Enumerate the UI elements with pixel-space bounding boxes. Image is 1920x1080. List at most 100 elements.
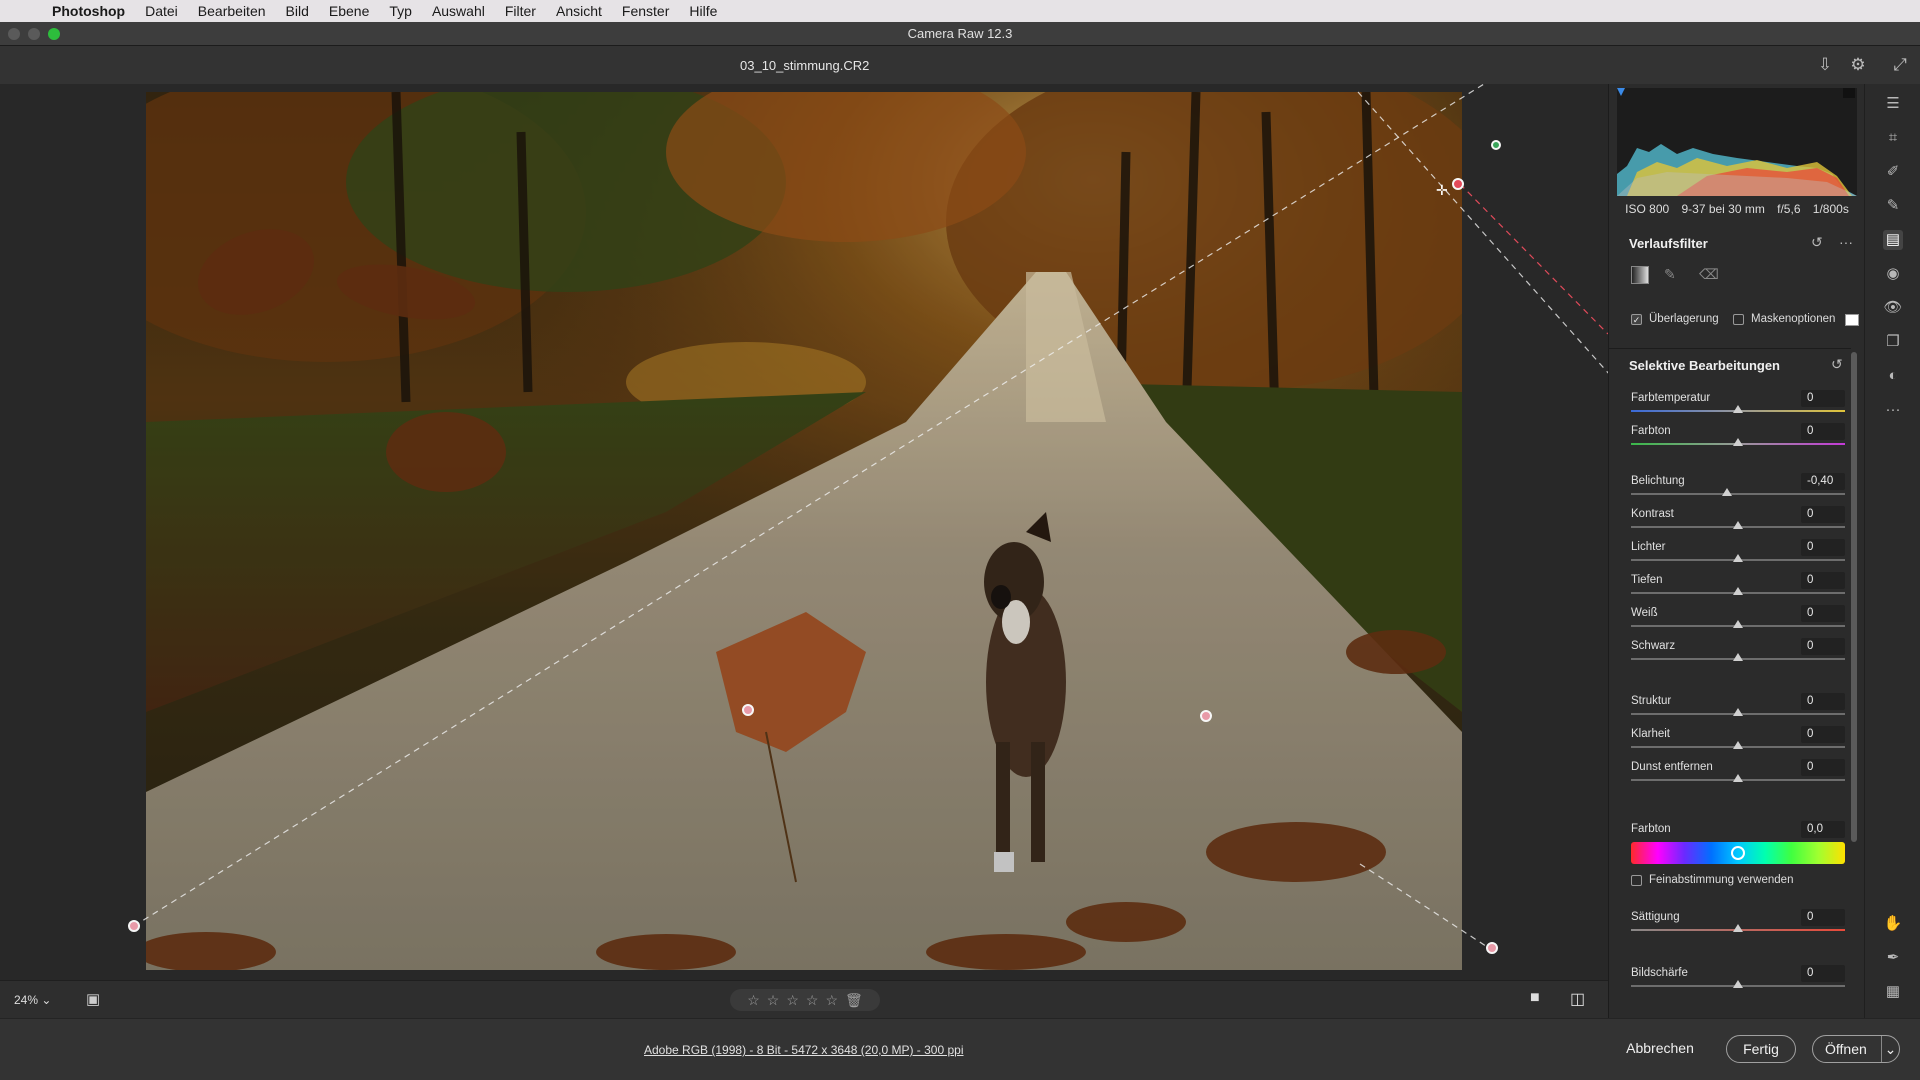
zoom-window-button[interactable] bbox=[48, 28, 60, 40]
trash-icon[interactable]: 🗑 bbox=[845, 992, 863, 1009]
image-canvas[interactable]: ✛ bbox=[0, 84, 1608, 980]
crop-icon[interactable]: ⌗ bbox=[1883, 128, 1903, 148]
star-icon[interactable]: ☆ bbox=[767, 992, 780, 1009]
brush-icon[interactable]: ✎ bbox=[1664, 266, 1676, 283]
mask-color-swatch[interactable] bbox=[1845, 314, 1859, 326]
slider-track[interactable] bbox=[1631, 493, 1845, 495]
new-filter-icon[interactable] bbox=[1631, 266, 1649, 284]
slider-thumb[interactable] bbox=[1733, 980, 1743, 988]
footer-bar: Adobe RGB (1998) - 8 Bit - 5472 x 3648 (… bbox=[0, 1018, 1920, 1080]
slider-value-field[interactable]: -0,40 bbox=[1801, 473, 1845, 490]
filter-pin[interactable] bbox=[1200, 710, 1212, 722]
slider-thumb[interactable] bbox=[1733, 587, 1743, 595]
camera-info: ISO 800 9-37 bei 30 mm f/5,6 1/800s bbox=[1609, 202, 1865, 216]
single-view-icon[interactable]: ■ bbox=[1530, 989, 1540, 1007]
slider-thumb[interactable] bbox=[1733, 620, 1743, 628]
edit-sliders-icon[interactable]: ☰ bbox=[1883, 94, 1903, 114]
slider-value-field[interactable]: 0 bbox=[1801, 965, 1845, 982]
reset-selective-icon[interactable]: ↺ bbox=[1831, 356, 1843, 373]
menu-bearbeiten[interactable]: Bearbeiten bbox=[198, 3, 266, 19]
hue-label: Farbton bbox=[1631, 823, 1671, 835]
overlay-checkbox[interactable]: ✓ Überlagerung bbox=[1631, 313, 1719, 325]
slider-value-field[interactable]: 0 bbox=[1801, 506, 1845, 523]
save-icon[interactable]: ⇩ bbox=[1814, 54, 1836, 76]
panel-scrollbar[interactable] bbox=[1851, 352, 1857, 842]
fullscreen-icon[interactable]: ⤢ bbox=[1889, 54, 1911, 76]
menu-ebene[interactable]: Ebene bbox=[329, 3, 369, 19]
menu-auswahl[interactable]: Auswahl bbox=[432, 3, 485, 19]
slider-value-field[interactable]: 0 bbox=[1801, 759, 1845, 776]
color-sampler-icon[interactable]: ✒ bbox=[1883, 948, 1903, 968]
star-icon[interactable]: ☆ bbox=[806, 992, 819, 1009]
slider-value-field[interactable]: 0 bbox=[1801, 638, 1845, 655]
slider-value-field[interactable]: 0 bbox=[1801, 726, 1845, 743]
star-icon[interactable]: ☆ bbox=[747, 992, 760, 1009]
slider-thumb[interactable] bbox=[1733, 741, 1743, 749]
done-button[interactable]: Fertig bbox=[1726, 1035, 1796, 1063]
radial-filter-icon[interactable]: ◉ bbox=[1883, 264, 1903, 284]
menu-fenster[interactable]: Fenster bbox=[622, 3, 669, 19]
slider-thumb[interactable] bbox=[1722, 488, 1733, 496]
slider-value-field[interactable]: 0 bbox=[1801, 572, 1845, 589]
slider-label: Dunst entfernen bbox=[1631, 761, 1713, 773]
zoom-level[interactable]: 24% ⌄ bbox=[14, 993, 51, 1007]
before-after-icon[interactable]: ▣ bbox=[86, 990, 100, 1008]
slider-value-field[interactable]: 0 bbox=[1801, 693, 1845, 710]
presets-icon[interactable]: ◐ bbox=[1883, 366, 1903, 386]
slider-label: Schwarz bbox=[1631, 640, 1676, 652]
more-options-icon[interactable]: ··· bbox=[1839, 234, 1853, 250]
fine-tune-checkbox[interactable]: Feinabstimmung verwenden bbox=[1631, 874, 1793, 886]
slider-thumb[interactable] bbox=[1733, 438, 1743, 446]
filter-pin[interactable] bbox=[742, 704, 754, 716]
menu-filter[interactable]: Filter bbox=[505, 3, 536, 19]
slider-row: Kontrast 0 bbox=[1631, 506, 1845, 540]
menu-datei[interactable]: Datei bbox=[145, 3, 178, 19]
slider-value-field[interactable]: 0 bbox=[1801, 539, 1845, 556]
slider-thumb[interactable] bbox=[1733, 924, 1743, 932]
star-icon[interactable]: ☆ bbox=[825, 992, 838, 1009]
hue-value[interactable]: 0,0 bbox=[1801, 821, 1845, 838]
reset-icon[interactable]: ↺ bbox=[1811, 234, 1823, 251]
mask-options-checkbox[interactable]: Maskenoptionen bbox=[1733, 313, 1835, 325]
eraser-icon[interactable]: ⌫ bbox=[1699, 266, 1719, 283]
filter-pin[interactable] bbox=[128, 920, 140, 932]
slider-thumb[interactable] bbox=[1733, 554, 1743, 562]
rating-stars[interactable]: ☆ ☆ ☆ ☆ ☆ 🗑 bbox=[730, 989, 880, 1011]
filter-center-pin[interactable] bbox=[1452, 178, 1464, 190]
filter-start-pin[interactable] bbox=[1491, 140, 1501, 150]
hand-icon[interactable]: ✋ bbox=[1883, 914, 1903, 934]
hue-slider[interactable] bbox=[1631, 842, 1845, 864]
grid-icon[interactable]: ▦ bbox=[1883, 982, 1903, 1002]
slider-value-field[interactable]: 0 bbox=[1801, 390, 1845, 407]
spot-heal-icon[interactable]: ✐ bbox=[1883, 162, 1903, 182]
snapshots-icon[interactable]: ❐ bbox=[1883, 332, 1903, 352]
gear-icon[interactable]: ⚙ bbox=[1847, 54, 1869, 76]
open-button[interactable]: Öffnen ⌄ bbox=[1812, 1035, 1900, 1063]
slider-thumb[interactable] bbox=[1733, 521, 1743, 529]
split-view-icon[interactable]: ◫ bbox=[1570, 989, 1585, 1009]
chevron-down-icon[interactable]: ⌄ bbox=[1881, 1036, 1899, 1062]
menu-hilfe[interactable]: Hilfe bbox=[689, 3, 717, 19]
slider-thumb[interactable] bbox=[1733, 774, 1743, 782]
slider-value-field[interactable]: 0 bbox=[1801, 423, 1845, 440]
slider-value-field[interactable]: 0 bbox=[1801, 909, 1845, 926]
slider-value-field[interactable]: 0 bbox=[1801, 605, 1845, 622]
menu-typ[interactable]: Typ bbox=[389, 3, 412, 19]
red-eye-icon[interactable]: 👁 bbox=[1883, 298, 1903, 318]
star-icon[interactable]: ☆ bbox=[786, 992, 799, 1009]
menu-ansicht[interactable]: Ansicht bbox=[556, 3, 602, 19]
menu-bild[interactable]: Bild bbox=[286, 3, 309, 19]
minimize-window-button[interactable] bbox=[28, 28, 40, 40]
slider-thumb[interactable] bbox=[1733, 405, 1743, 413]
hue-thumb[interactable] bbox=[1731, 846, 1745, 860]
graduated-filter-icon[interactable]: ▤ bbox=[1883, 230, 1903, 250]
slider-thumb[interactable] bbox=[1733, 653, 1743, 661]
workflow-options-link[interactable]: Adobe RGB (1998) - 8 Bit - 5472 x 3648 (… bbox=[644, 1043, 964, 1057]
slider-thumb[interactable] bbox=[1733, 708, 1743, 716]
more-icon[interactable]: ··· bbox=[1883, 400, 1903, 420]
close-window-button[interactable] bbox=[8, 28, 20, 40]
adjust-brush-icon[interactable]: ✎ bbox=[1883, 196, 1903, 216]
cancel-button[interactable]: Abbrechen bbox=[1620, 1035, 1700, 1063]
filter-pin[interactable] bbox=[1486, 942, 1498, 954]
menu-app[interactable]: Photoshop bbox=[52, 3, 125, 19]
